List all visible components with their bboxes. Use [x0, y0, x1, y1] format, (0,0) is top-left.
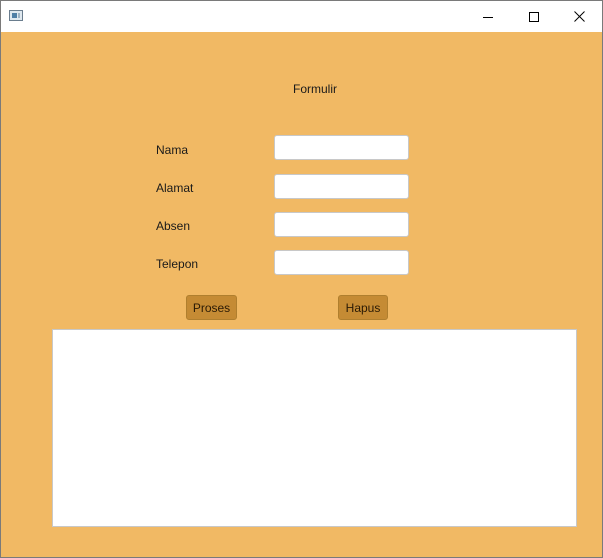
title-bar[interactable] — [1, 1, 602, 32]
minimize-button[interactable] — [465, 1, 511, 32]
maximize-icon — [529, 11, 539, 22]
close-icon — [573, 11, 585, 22]
app-window-icon — [9, 10, 23, 21]
telepon-input[interactable] — [274, 250, 409, 275]
alamat-label: Alamat — [156, 181, 194, 195]
output-text-area[interactable] — [52, 329, 577, 527]
hapus-button[interactable]: Hapus — [338, 295, 388, 320]
nama-input[interactable] — [274, 135, 409, 160]
absen-input[interactable] — [274, 212, 409, 237]
nama-label: Nama — [156, 143, 189, 157]
form-title: Formulir — [293, 82, 337, 96]
minimize-icon — [483, 16, 493, 18]
maximize-button[interactable] — [511, 1, 557, 32]
telepon-label: Telepon — [156, 257, 199, 271]
absen-label: Absen — [156, 219, 191, 233]
application-window: Formulir Nama Alamat Absen Telepon Prose… — [0, 0, 603, 558]
form-panel: Formulir Nama Alamat Absen Telepon Prose… — [1, 32, 602, 557]
proses-button[interactable]: Proses — [186, 295, 237, 320]
alamat-input[interactable] — [274, 174, 409, 199]
close-button[interactable] — [556, 1, 602, 32]
